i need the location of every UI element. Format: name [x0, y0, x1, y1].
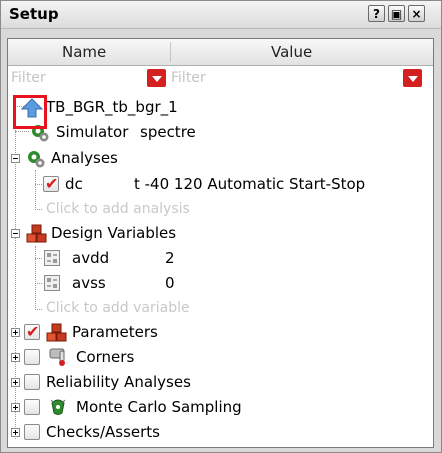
- monte-carlo-checkbox[interactable]: [24, 399, 40, 415]
- simulator-label: Simulator: [56, 123, 129, 141]
- float-button[interactable]: ▣: [388, 5, 405, 22]
- collapse-toggle[interactable]: [11, 154, 20, 163]
- expand-toggle[interactable]: [11, 378, 20, 387]
- variable-name: avss: [72, 274, 106, 292]
- design-variables-label: Design Variables: [51, 224, 177, 242]
- corners-checkbox[interactable]: [24, 349, 40, 365]
- name-filter-input[interactable]: [11, 68, 141, 88]
- parameters-checkbox[interactable]: ✔: [24, 324, 40, 340]
- variable-row-avss[interactable]: avss 0: [8, 272, 433, 294]
- add-analysis-hint[interactable]: Click to add analysis: [46, 198, 190, 220]
- checks-asserts-label: Checks/Asserts: [46, 423, 160, 441]
- value-filter-dropdown-button[interactable]: [403, 69, 422, 87]
- checkmark-icon: ✔: [45, 174, 59, 193]
- analysis-name: dc: [65, 175, 83, 193]
- expand-toggle[interactable]: [11, 328, 20, 337]
- dice-icon: [48, 397, 68, 423]
- help-button[interactable]: ?: [368, 5, 385, 22]
- setup-window: Setup ? ▣ × Name Value Filter Filter TB_…: [0, 0, 442, 453]
- checkmark-icon: ✔: [26, 322, 40, 341]
- close-button[interactable]: ×: [408, 5, 425, 22]
- highlight-annotation-box: [13, 95, 47, 129]
- variable-icon: [44, 275, 60, 297]
- column-divider[interactable]: [170, 42, 171, 62]
- parameters-label: Parameters: [72, 323, 158, 341]
- add-analysis-row[interactable]: Click to add analysis: [8, 198, 433, 220]
- analysis-value[interactable]: t -40 120 Automatic Start-Stop: [134, 173, 365, 195]
- tree-item-checks-asserts[interactable]: Checks/Asserts: [8, 421, 433, 443]
- filter-row: [8, 66, 433, 90]
- collapse-toggle[interactable]: [11, 229, 20, 238]
- simulator-value[interactable]: spectre: [140, 121, 196, 143]
- monte-carlo-label: Monte Carlo Sampling: [76, 398, 242, 416]
- tree-item-monte-carlo[interactable]: Monte Carlo Sampling: [8, 396, 433, 418]
- column-name-header[interactable]: Name: [62, 43, 106, 61]
- add-variable-row[interactable]: Click to add variable: [8, 297, 433, 319]
- analysis-dc-checkbox[interactable]: ✔: [43, 176, 59, 192]
- tree-item-corners[interactable]: Corners: [8, 346, 433, 368]
- analysis-row-dc[interactable]: ✔ dc t -40 120 Automatic Start-Stop: [8, 173, 433, 195]
- reliability-label: Reliability Analyses: [46, 373, 191, 391]
- column-value-header[interactable]: Value: [271, 43, 312, 61]
- add-variable-hint[interactable]: Click to add variable: [46, 297, 190, 319]
- tree-item-reliability-analyses[interactable]: Reliability Analyses: [8, 371, 433, 393]
- tree-item-design-variables[interactable]: Design Variables: [8, 222, 433, 244]
- corners-label: Corners: [76, 348, 135, 366]
- variable-value[interactable]: 0: [165, 272, 175, 294]
- thermometer-icon: [48, 347, 70, 373]
- analyses-label: Analyses: [51, 149, 118, 167]
- gear-icon: [26, 149, 46, 175]
- tree-item-parameters[interactable]: ✔ Parameters: [8, 321, 433, 343]
- variable-value[interactable]: 2: [165, 247, 175, 269]
- name-filter-dropdown-button[interactable]: [147, 69, 166, 87]
- tree-item-simulator[interactable]: Simulator spectre: [8, 121, 433, 143]
- tree-item-analyses[interactable]: Analyses: [8, 147, 433, 169]
- tree-item-testbench[interactable]: TB_BGR_tb_bgr_1: [8, 96, 433, 118]
- checks-asserts-checkbox[interactable]: [24, 424, 40, 440]
- expand-toggle[interactable]: [11, 403, 20, 412]
- variable-icon: [44, 250, 60, 272]
- testbench-label: TB_BGR_tb_bgr_1: [46, 98, 178, 116]
- expand-toggle[interactable]: [11, 428, 20, 437]
- title-bar: Setup ? ▣ ×: [1, 1, 441, 29]
- variable-name: avdd: [72, 249, 110, 267]
- variable-row-avdd[interactable]: avdd 2: [8, 247, 433, 269]
- value-filter-input[interactable]: [171, 68, 396, 88]
- column-header: Name Value: [8, 39, 433, 66]
- window-title: Setup: [9, 5, 59, 23]
- expand-toggle[interactable]: [11, 353, 20, 362]
- setup-tree-panel: Name Value TB_BGR_tb_b: [7, 38, 434, 448]
- reliability-checkbox[interactable]: [24, 374, 40, 390]
